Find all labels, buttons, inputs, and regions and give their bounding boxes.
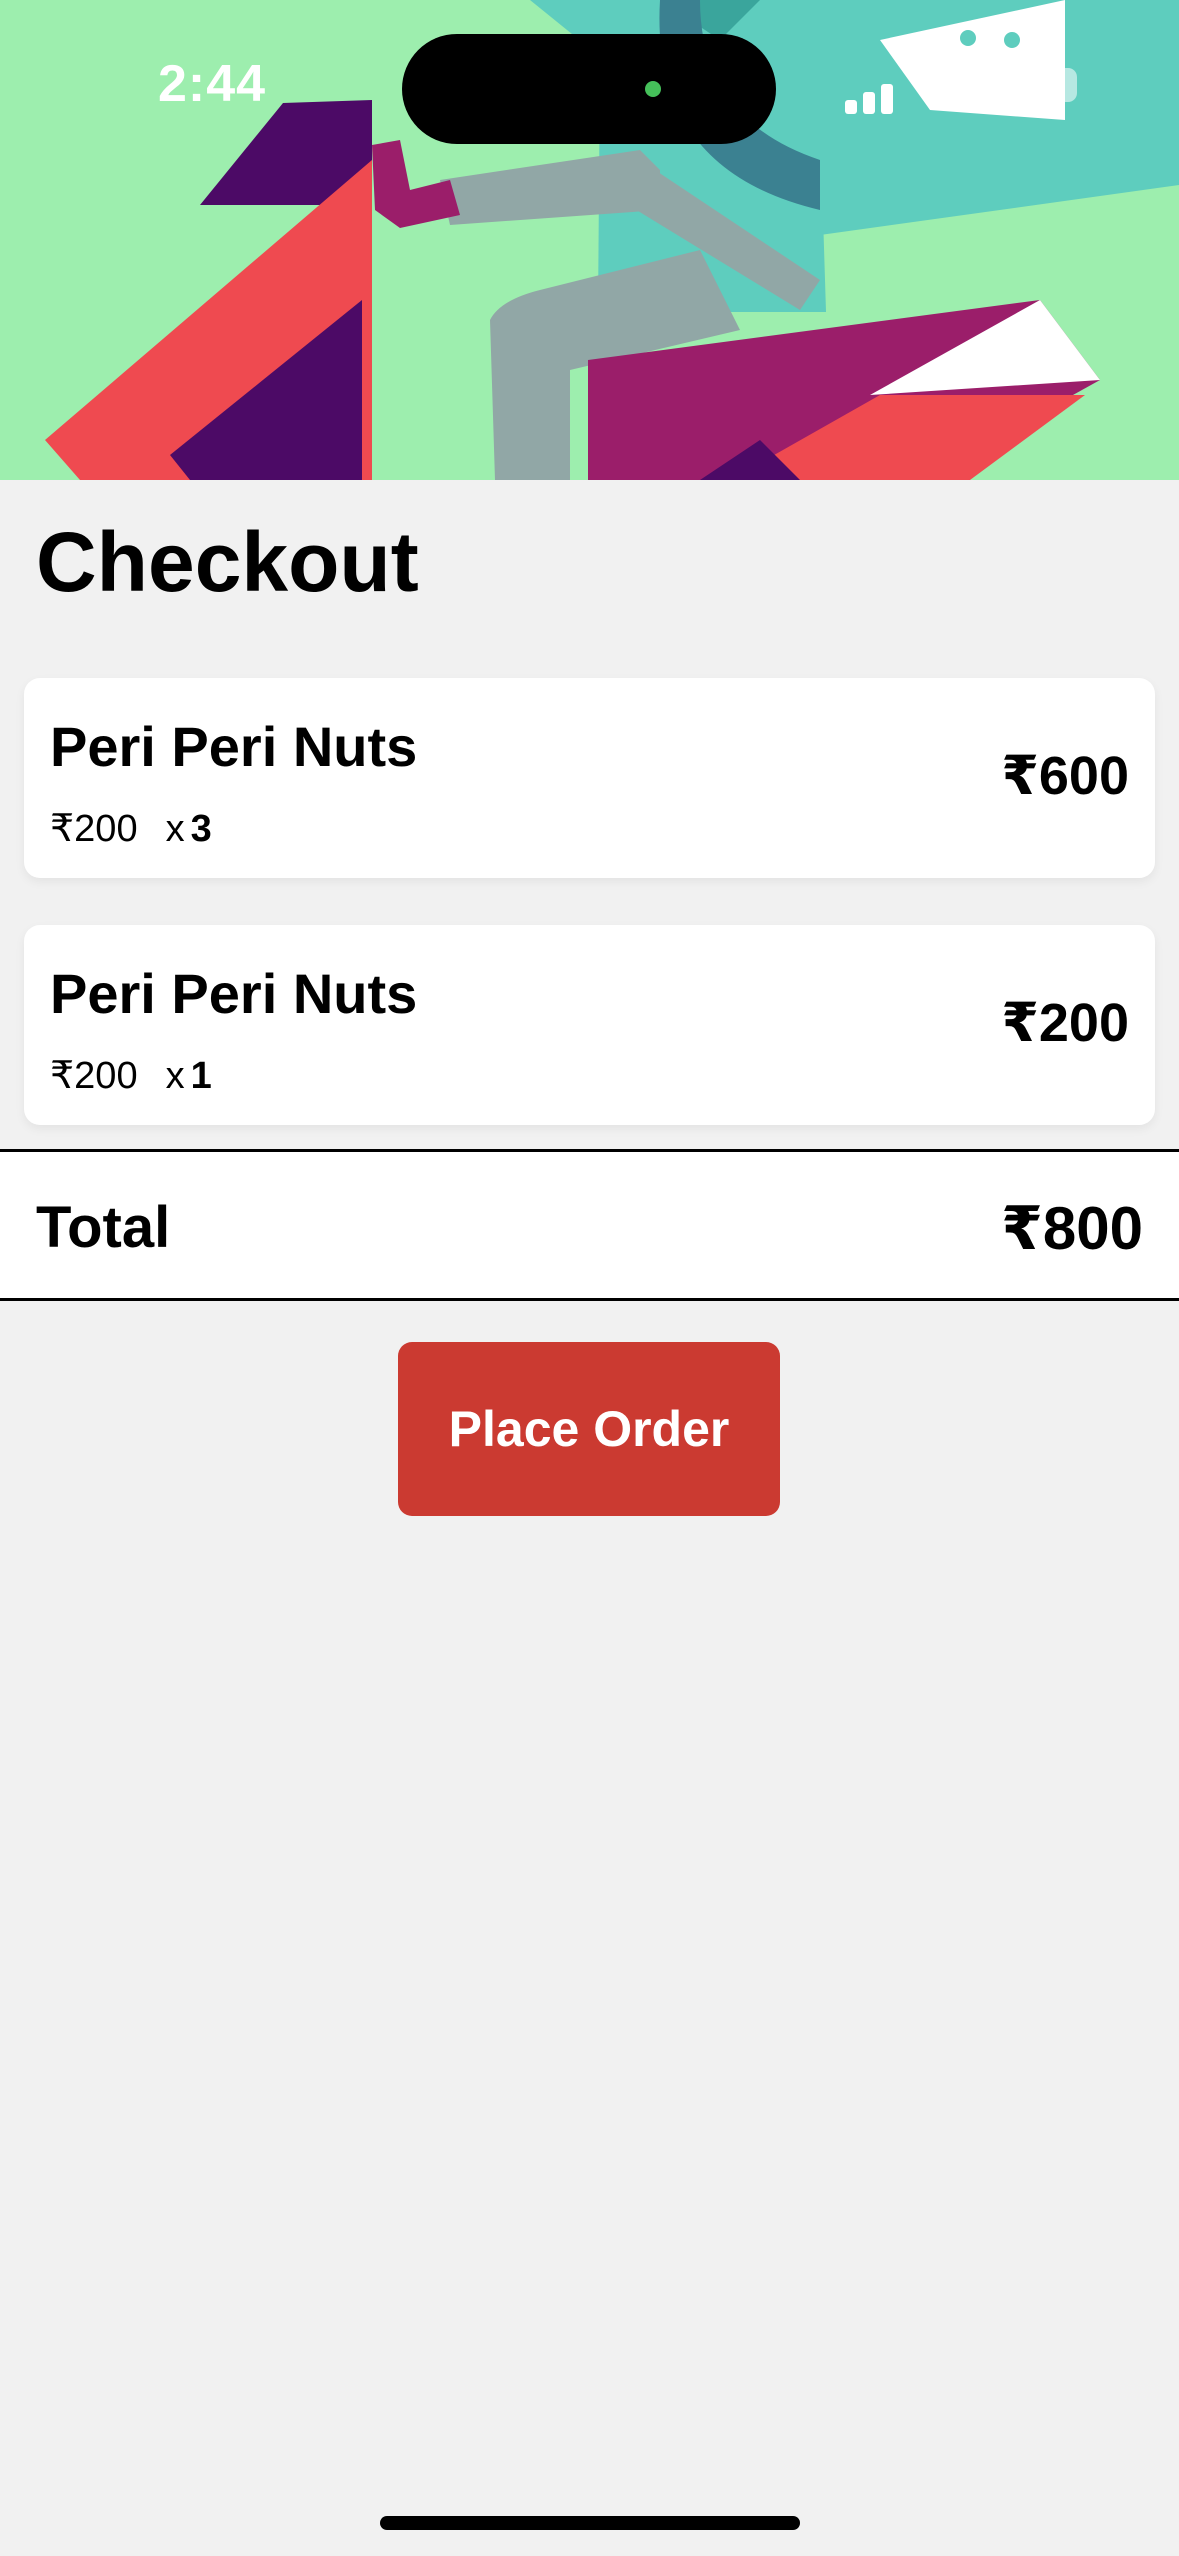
item-unit-price: ₹200: [50, 1055, 138, 1097]
camera-indicator-icon: [645, 81, 661, 97]
item-name: Peri Peri Nuts: [50, 962, 418, 1025]
place-order-button[interactable]: Place Order: [398, 1342, 780, 1516]
cart-item: Peri Peri Nuts ₹200 x 3 ₹600: [24, 678, 1155, 878]
quantity-prefix: x: [165, 1055, 185, 1097]
page-title: Checkout: [36, 515, 419, 609]
hero-illustration: 2:44: [0, 0, 1179, 480]
battery-icon: [1027, 68, 1077, 102]
item-quantity: 3: [190, 808, 212, 850]
signal-icon: [845, 100, 857, 114]
signal-icon: [881, 84, 893, 114]
item-line-total: ₹200: [1001, 993, 1129, 1053]
order-total-row: Total ₹800: [0, 1149, 1179, 1301]
signal-icon: [863, 92, 875, 114]
total-value: ₹800: [1001, 1195, 1143, 1262]
dynamic-island: [402, 34, 776, 144]
item-price-qty: ₹200 x 3: [50, 806, 212, 851]
item-line-total: ₹600: [1001, 746, 1129, 806]
quantity-prefix: x: [165, 808, 185, 850]
home-indicator[interactable]: [380, 2516, 800, 2530]
item-name: Peri Peri Nuts: [50, 715, 418, 778]
item-quantity: 1: [190, 1055, 212, 1097]
status-time: 2:44: [158, 55, 267, 113]
cart-item: Peri Peri Nuts ₹200 x 1 ₹200: [24, 925, 1155, 1125]
status-indicators: [845, 64, 1085, 114]
item-price-qty: ₹200 x 1: [50, 1053, 212, 1098]
total-label: Total: [36, 1195, 171, 1260]
item-unit-price: ₹200: [50, 808, 138, 850]
